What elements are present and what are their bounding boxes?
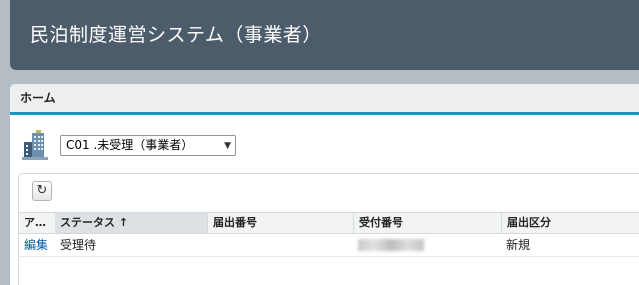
list-view-selected: C01 .未受理（事業者） [66, 138, 194, 152]
cell-category: 新規 [506, 238, 531, 252]
cell-notification-no [207, 234, 353, 256]
list-view-row: C01 .未受理（事業者） ▼ [22, 130, 632, 164]
list-view-select[interactable]: C01 .未受理（事業者） ▼ [60, 135, 236, 156]
chevron-down-icon: ▼ [224, 141, 231, 151]
building-icon [22, 130, 48, 160]
list-header: ア… ステータス ↑ 届出番号 受付番号 届出区分 [19, 212, 639, 234]
refresh-icon: ↻ [36, 183, 48, 198]
app-header: 民泊制度運営システム（事業者） [10, 0, 639, 70]
refresh-button[interactable]: ↻ [32, 181, 52, 201]
column-header-reception-no[interactable]: 受付番号 [353, 213, 501, 233]
list-panel: ↻ ア… ステータス ↑ 届出番号 受付番号 届出区分 編集 受理待 新規 [18, 173, 639, 285]
cell-status: 受理待 [60, 238, 97, 252]
tab-bar: ホーム [10, 84, 639, 115]
column-header-status[interactable]: ステータス ↑ [55, 213, 207, 233]
main-content: ホーム C01 .未受理（事業者） ▼ ↻ ア… ステータス ↑ 届出番号 受付… [10, 84, 639, 285]
redacted-value [358, 239, 424, 251]
app-title: 民泊制度運営システム（事業者） [30, 24, 322, 46]
column-header-notification-no[interactable]: 届出番号 [207, 213, 353, 233]
edit-link[interactable]: 編集 [24, 238, 48, 252]
column-header-action[interactable]: ア… [19, 213, 55, 233]
tab-home[interactable]: ホーム [20, 91, 56, 105]
table-row: 編集 受理待 新規 [19, 234, 639, 257]
cell-reception-no [353, 234, 501, 256]
column-header-category[interactable]: 届出区分 [501, 213, 639, 233]
